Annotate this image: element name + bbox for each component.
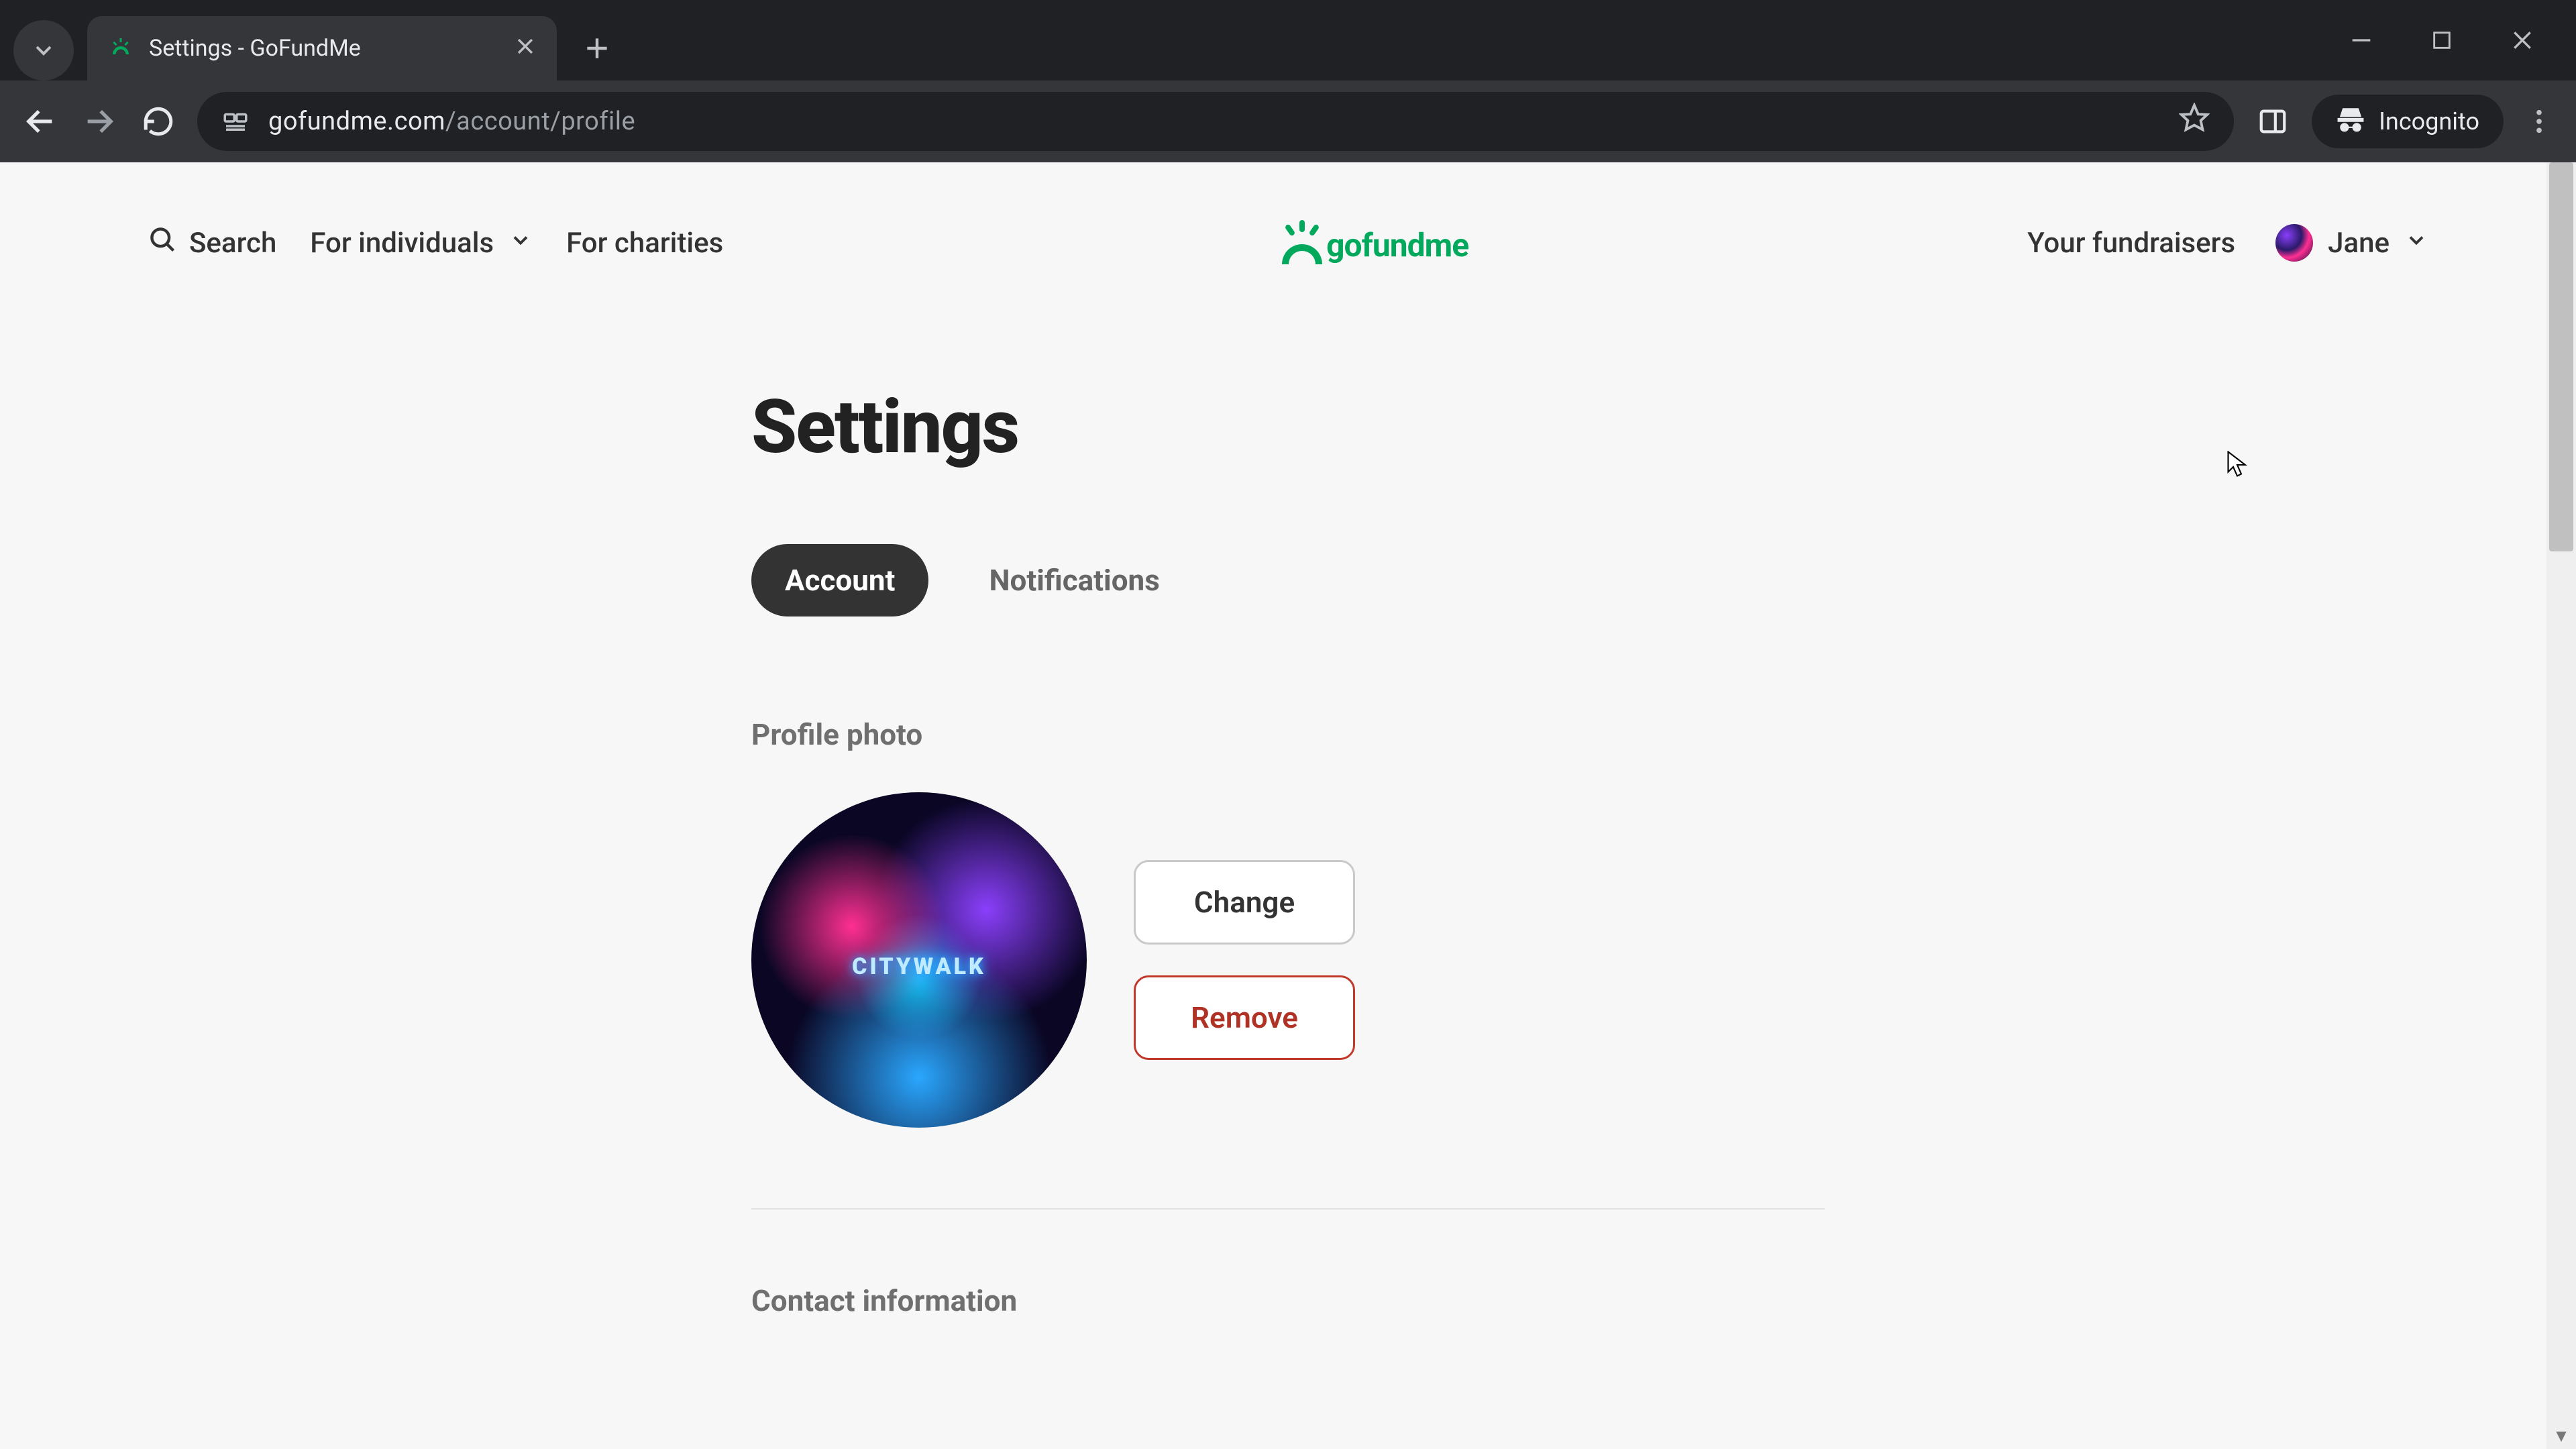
site-info-icon[interactable] xyxy=(221,107,250,136)
section-divider xyxy=(751,1208,1825,1210)
header-search-label: Search xyxy=(189,227,276,260)
nav-for-individuals-label: For individuals xyxy=(310,227,494,260)
chevron-down-icon xyxy=(508,227,533,260)
browser-menu-icon[interactable] xyxy=(2522,107,2556,136)
site-header: Search For individuals For charities gof… xyxy=(0,162,2576,323)
scrollbar-thumb[interactable] xyxy=(2549,162,2573,551)
tab-notifications[interactable]: Notifications xyxy=(955,544,1193,616)
nav-your-fundraisers[interactable]: Your fundraisers xyxy=(2027,227,2235,260)
logo-text: gofundme xyxy=(1326,226,1468,264)
user-name: Jane xyxy=(2328,227,2390,260)
browser-tab-active[interactable]: Settings - GoFundMe xyxy=(87,16,557,80)
mouse-cursor-icon xyxy=(2227,451,2247,479)
nav-for-individuals[interactable]: For individuals xyxy=(310,227,533,260)
nav-your-fundraisers-label: Your fundraisers xyxy=(2027,227,2235,260)
forward-button[interactable] xyxy=(79,101,119,142)
logo-mark-icon xyxy=(1282,221,1322,264)
incognito-icon xyxy=(2336,104,2365,140)
back-button[interactable] xyxy=(20,101,60,142)
browser-toolbar: gofundme.com/account/profile Incognito xyxy=(0,80,2576,162)
url-text: gofundme.com/account/profile xyxy=(268,107,2160,136)
tab-search-button[interactable] xyxy=(13,20,74,80)
vertical-scrollbar[interactable]: ▲ ▼ xyxy=(2546,162,2576,1449)
gofundme-logo[interactable]: gofundme xyxy=(1282,221,1468,264)
chevron-down-icon xyxy=(2404,227,2428,260)
tab-account[interactable]: Account xyxy=(751,544,928,616)
nav-for-charities[interactable]: For charities xyxy=(566,227,723,260)
tab-close-icon[interactable] xyxy=(514,33,537,64)
header-search[interactable]: Search xyxy=(148,225,276,262)
page-viewport: Search For individuals For charities gof… xyxy=(0,162,2576,1449)
search-icon xyxy=(148,225,177,262)
header-left: Search For individuals For charities xyxy=(148,225,723,262)
settings-tabs: Account Notifications xyxy=(751,544,1825,616)
avatar xyxy=(2275,224,2313,262)
tab-title: Settings - GoFundMe xyxy=(149,35,499,62)
minimize-icon[interactable] xyxy=(2341,20,2381,60)
profile-photo-buttons: Change Remove xyxy=(1134,860,1355,1060)
close-window-icon[interactable] xyxy=(2502,20,2542,60)
profile-photo-caption: CITYWALK xyxy=(852,953,986,980)
address-bar[interactable]: gofundme.com/account/profile xyxy=(197,92,2234,151)
url-path: /account/profile xyxy=(445,107,635,136)
tab-strip: Settings - GoFundMe xyxy=(0,0,2341,80)
window-controls xyxy=(2341,0,2576,60)
maximize-icon[interactable] xyxy=(2422,20,2462,60)
page-title: Settings xyxy=(751,384,1825,470)
header-center: gofundme xyxy=(763,221,1987,264)
new-tab-button[interactable] xyxy=(570,21,624,75)
scroll-down-icon[interactable]: ▼ xyxy=(2546,1422,2576,1449)
contact-information-label: Contact information xyxy=(751,1283,1825,1318)
header-right: Your fundraisers Jane xyxy=(2027,224,2428,262)
side-panel-icon[interactable] xyxy=(2253,101,2293,142)
reload-button[interactable] xyxy=(138,101,178,142)
bookmark-star-icon[interactable] xyxy=(2179,103,2210,140)
profile-photo-label: Profile photo xyxy=(751,717,1825,752)
nav-for-charities-label: For charities xyxy=(566,227,723,260)
main-content: Settings Account Notifications Profile p… xyxy=(751,384,1825,1318)
incognito-label: Incognito xyxy=(2379,107,2479,136)
profile-photo-row: CITYWALK Change Remove xyxy=(751,792,1825,1128)
change-photo-button[interactable]: Change xyxy=(1134,860,1355,945)
incognito-badge[interactable]: Incognito xyxy=(2312,95,2504,148)
remove-photo-button[interactable]: Remove xyxy=(1134,975,1355,1060)
profile-photo: CITYWALK xyxy=(751,792,1087,1128)
browser-titlebar: Settings - GoFundMe xyxy=(0,0,2576,80)
url-host: gofundme.com xyxy=(268,107,445,136)
favicon-icon xyxy=(107,35,134,62)
user-menu[interactable]: Jane xyxy=(2275,224,2428,262)
